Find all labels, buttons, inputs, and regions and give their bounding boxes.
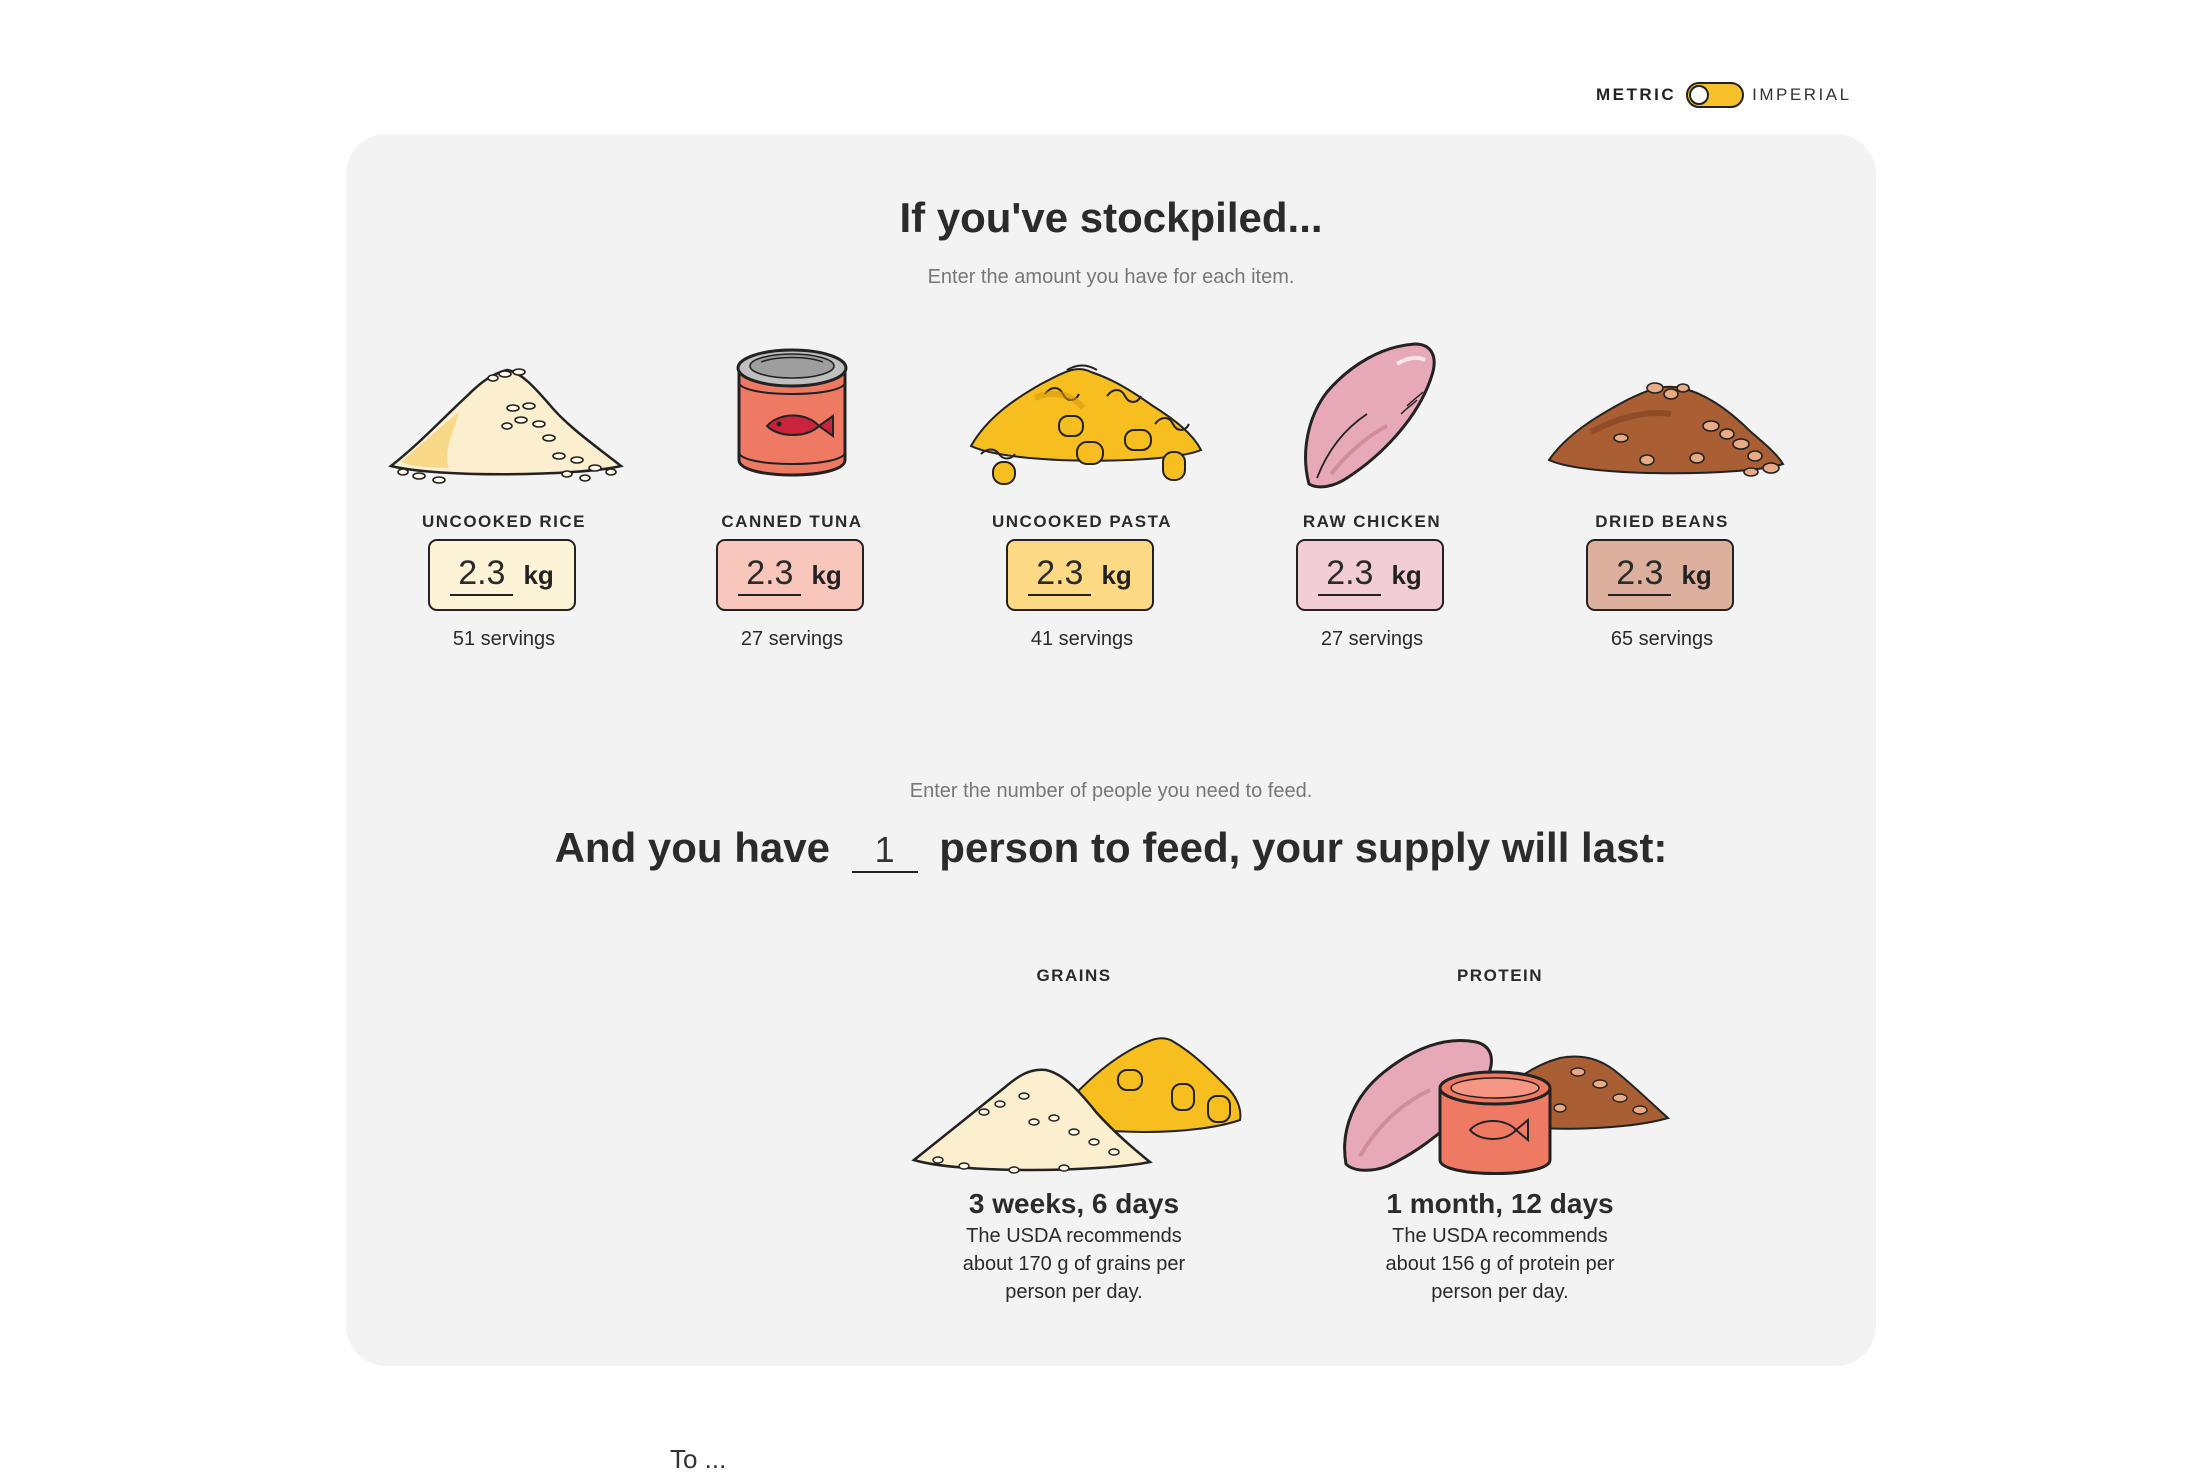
item-name: UNCOOKED PASTA — [992, 512, 1172, 531]
item-raw-chicken: RAW CHICKEN 2.3 kg 27 servings — [1242, 334, 1502, 650]
servings-text: 27 servings — [1320, 628, 1424, 650]
result-grains: GRAINS 3 weeks, 6 days The USDA recommen… — [894, 966, 1254, 1306]
chicken-breast-icon — [1304, 342, 1436, 489]
result-protein: PROTEIN 1 month, 12 days The USDA recomm… — [1320, 966, 1680, 1306]
result-label: GRAINS — [1036, 966, 1112, 985]
page-subtitle: Enter the amount you have for each item. — [927, 266, 1295, 288]
amount-input[interactable]: 2.3 kg — [1296, 539, 1444, 611]
result-duration: 3 weeks, 6 days — [968, 1188, 1180, 1219]
amount-input[interactable]: 2.3 kg — [1586, 539, 1734, 611]
servings-text: 65 servings — [1610, 628, 1714, 650]
protein-group-icon — [1343, 1038, 1670, 1175]
result-note: The USDA recommends about 156 g of prote… — [1385, 1225, 1615, 1303]
amount-value[interactable]: 2.3 — [1608, 554, 1672, 596]
amount-unit: kg — [523, 559, 554, 590]
imperial-label[interactable]: IMPERIAL — [1752, 85, 1851, 105]
item-name: UNCOOKED RICE — [421, 512, 586, 531]
item-name: RAW CHICKEN — [1302, 512, 1442, 531]
people-sentence: And you have 1 person to feed, your supp… — [346, 824, 1876, 873]
metric-label[interactable]: METRIC — [1596, 85, 1676, 105]
amount-value[interactable]: 2.3 — [450, 554, 514, 596]
footer-text: To ... — [670, 1444, 727, 1474]
page-title: If you've stockpiled... — [899, 194, 1323, 241]
amount-input[interactable]: 2.3 kg — [716, 539, 864, 611]
result-duration: 1 month, 12 days — [1386, 1188, 1614, 1219]
amount-value[interactable]: 2.3 — [738, 554, 802, 596]
amount-input[interactable]: 2.3 kg — [1006, 539, 1154, 611]
servings-text: 27 servings — [740, 628, 844, 650]
amount-unit: kg — [1681, 559, 1712, 590]
item-name: DRIED BEANS — [1595, 512, 1729, 531]
amount-value[interactable]: 2.3 — [1028, 554, 1092, 596]
amount-value[interactable]: 2.3 — [1318, 554, 1382, 596]
amount-unit: kg — [1101, 559, 1132, 590]
servings-text: 41 servings — [1030, 628, 1134, 650]
people-hint: Enter the number of people you need to f… — [909, 780, 1313, 802]
unit-toggle-switch[interactable] — [1686, 82, 1745, 108]
result-note: The USDA recommends about 170 g of grain… — [962, 1225, 1186, 1303]
calculator-card: If you've stockpiled... Enter the amount… — [346, 134, 1876, 1366]
people-prefix: And you have — [554, 824, 842, 871]
result-label: PROTEIN — [1456, 966, 1544, 985]
rice-pile-icon — [388, 368, 624, 484]
grains-group-icon — [911, 1037, 1242, 1174]
tuna-can-icon — [736, 348, 848, 477]
people-count-input[interactable]: 1 — [851, 829, 918, 873]
servings-text: 51 servings — [452, 628, 556, 650]
toggle-knob — [1689, 85, 1710, 105]
item-name: CANNED TUNA — [721, 512, 863, 531]
unit-toggle: METRIC IMPERIAL — [1596, 82, 1852, 108]
amount-unit: kg — [811, 559, 842, 590]
item-canned-tuna: CANNED TUNA 2.3 kg 27 servings — [662, 334, 922, 650]
beans-pile-icon — [1547, 382, 1785, 477]
amount-input[interactable]: 2.3 kg — [428, 539, 576, 611]
people-suffix: person to feed, your supply will last: — [927, 824, 1668, 871]
item-dried-beans: DRIED BEANS 2.3 kg 65 servings — [1532, 334, 1792, 650]
item-uncooked-pasta: UNCOOKED PASTA 2.3 kg 41 servings — [952, 334, 1212, 650]
amount-unit: kg — [1391, 559, 1422, 590]
item-uncooked-rice: UNCOOKED RICE 2.3 kg 51 servings — [374, 334, 634, 650]
pasta-pile-icon — [969, 364, 1203, 485]
